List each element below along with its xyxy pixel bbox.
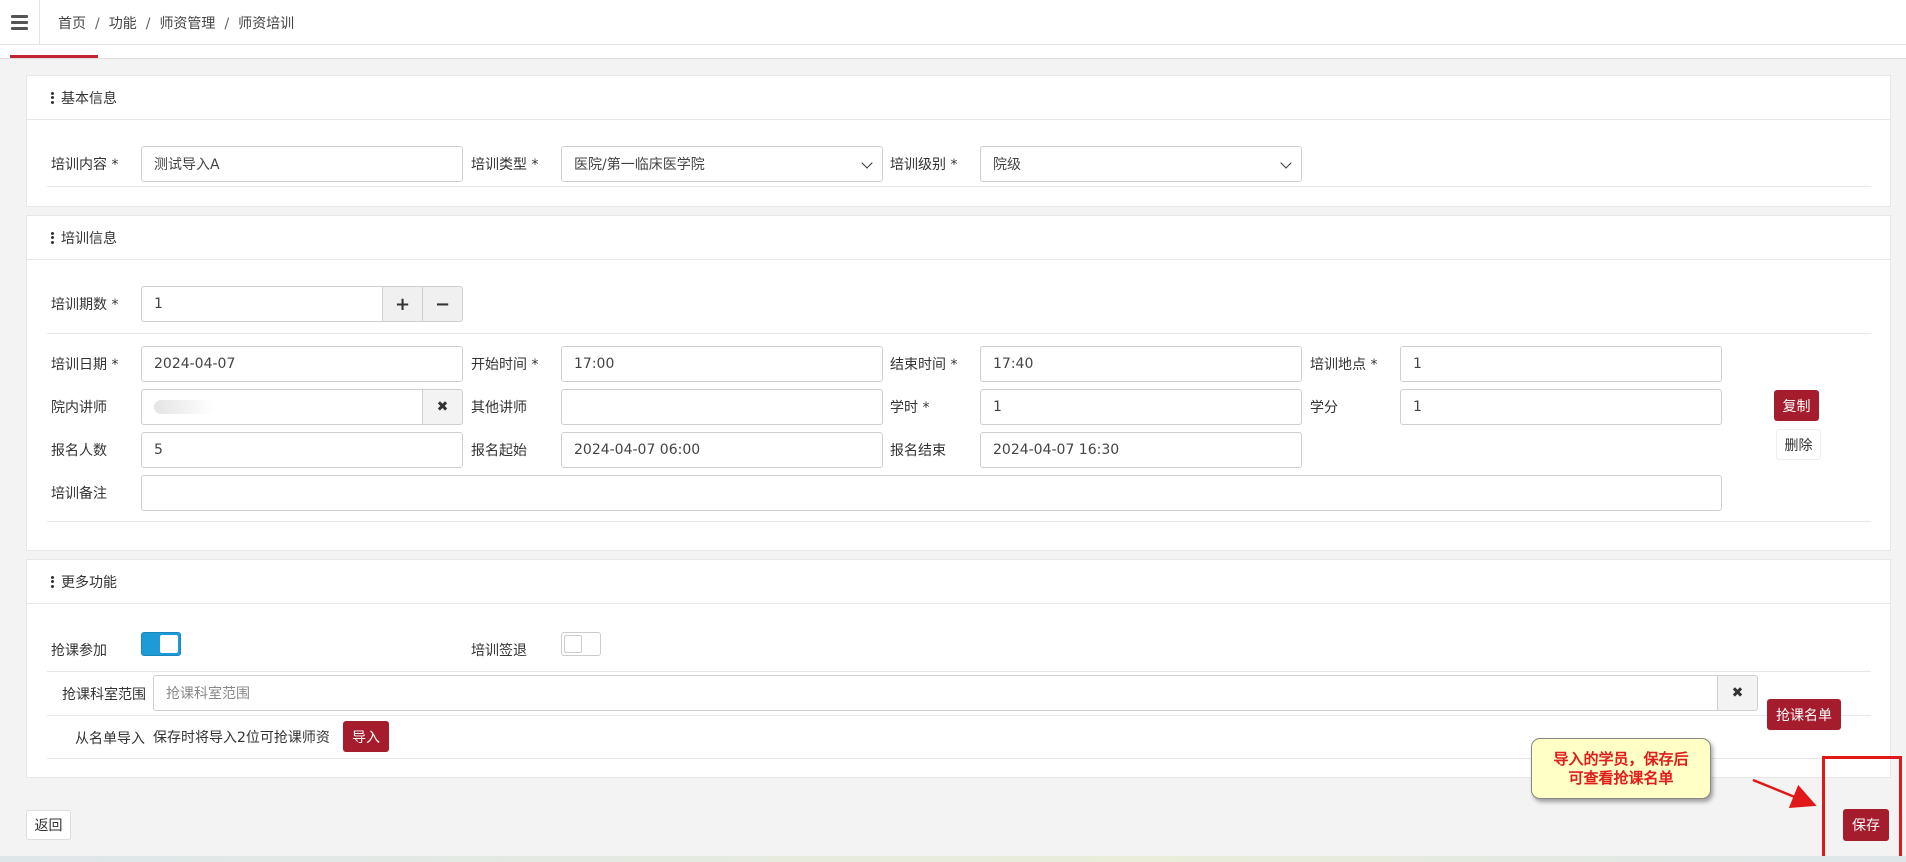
remark-label: 培训备注 xyxy=(51,486,107,502)
divider xyxy=(47,186,1871,187)
training-periods-label: 培训期数 * xyxy=(51,297,119,313)
copy-button[interactable]: 复制 xyxy=(1774,390,1819,421)
other-teacher-label: 其他讲师 xyxy=(471,400,527,416)
redacted-teacher-name xyxy=(154,400,214,414)
more-functions-title: 更多功能 xyxy=(27,560,1890,604)
start-time-label: 开始时间 * xyxy=(471,357,539,373)
import-button[interactable]: 导入 xyxy=(343,721,389,752)
bottom-strip xyxy=(0,856,1906,862)
vertical-dots-icon xyxy=(51,231,54,244)
signout-toggle[interactable] xyxy=(561,632,601,656)
start-time-input[interactable]: 17:00 xyxy=(561,346,883,382)
remark-input[interactable] xyxy=(141,475,1722,511)
basic-info-card: 基本信息 培训内容 * 测试导入A 培训类型 * 医院/第一临床医学院 培训级别… xyxy=(26,75,1891,207)
divider xyxy=(47,671,1871,672)
training-date-input[interactable]: 2024-04-07 xyxy=(141,346,463,382)
inner-teacher-label: 院内讲师 xyxy=(51,400,107,416)
clear-dept-range-button[interactable]: ✖ xyxy=(1717,675,1758,711)
plus-button[interactable]: + xyxy=(382,286,423,322)
dept-range-input[interactable]: 抢课科室范围 xyxy=(153,675,1718,711)
breadcrumb-faculty-training: 师资培训 xyxy=(238,16,295,32)
signup-start-label: 报名起始 xyxy=(471,443,527,459)
training-content-label: 培训内容 * xyxy=(51,157,119,173)
delete-button[interactable]: 删除 xyxy=(1776,429,1821,460)
signout-label: 培训签退 xyxy=(471,643,527,659)
other-teacher-input[interactable] xyxy=(561,389,883,425)
hours-label: 学时 * xyxy=(890,400,930,416)
training-level-select[interactable]: 院级 xyxy=(980,146,1302,182)
top-bar: 首页 / 功能 / 师资管理 / 师资培训 xyxy=(0,0,1906,45)
minus-button[interactable]: − xyxy=(422,286,463,322)
credit-input[interactable]: 1 xyxy=(1400,389,1722,425)
training-level-label: 培训级别 * xyxy=(890,157,958,173)
save-highlight-box xyxy=(1822,756,1902,860)
training-info-title: 培训信息 xyxy=(27,216,1890,260)
hours-input[interactable]: 1 xyxy=(980,389,1302,425)
divider xyxy=(47,333,1871,334)
end-time-input[interactable]: 17:40 xyxy=(980,346,1302,382)
clear-teacher-button[interactable]: ✖ xyxy=(422,389,463,425)
grab-course-label: 抢课参加 xyxy=(51,643,107,659)
training-place-input[interactable]: 1 xyxy=(1400,346,1722,382)
basic-info-title: 基本信息 xyxy=(27,76,1890,120)
training-type-label: 培训类型 * xyxy=(471,157,539,173)
signup-end-label: 报名结束 xyxy=(890,443,946,459)
import-hint-text: 保存时将导入2位可抢课师资 xyxy=(153,730,330,746)
inner-teacher-input[interactable] xyxy=(141,389,423,425)
annotation-callout: 导入的学员，保存后 可查看抢课名单 xyxy=(1531,738,1711,799)
divider xyxy=(47,521,1871,522)
signup-start-input[interactable]: 2024-04-07 06:00 xyxy=(561,432,883,468)
signup-end-input[interactable]: 2024-04-07 16:30 xyxy=(980,432,1302,468)
breadcrumb-faculty-management[interactable]: 师资管理 xyxy=(159,16,215,32)
training-type-select[interactable]: 医院/第一临床医学院 xyxy=(561,146,883,182)
breadcrumb-home[interactable]: 首页 xyxy=(58,16,86,32)
import-from-list-label: 从名单导入 xyxy=(75,731,145,747)
vertical-dots-icon xyxy=(51,575,54,588)
active-tab-indicator[interactable] xyxy=(10,55,98,58)
training-periods-input[interactable]: 1 xyxy=(141,286,383,322)
signup-count-label: 报名人数 xyxy=(51,443,107,459)
divider xyxy=(47,715,1871,716)
training-info-card: 培训信息 培训期数 * 1 + − 培训日期 * 2024-04-07 开始时间… xyxy=(26,215,1891,551)
training-content-input[interactable]: 测试导入A xyxy=(141,146,463,182)
training-place-label: 培训地点 * xyxy=(1310,357,1378,373)
menu-icon[interactable] xyxy=(0,0,40,44)
breadcrumb-function[interactable]: 功能 xyxy=(109,16,137,32)
grab-list-button[interactable]: 抢课名单 xyxy=(1767,699,1841,730)
breadcrumb: 首页 / 功能 / 师资管理 / 师资培训 xyxy=(58,16,295,32)
tab-strip xyxy=(0,45,1906,59)
end-time-label: 结束时间 * xyxy=(890,357,958,373)
vertical-dots-icon xyxy=(51,91,54,104)
signup-count-input[interactable]: 5 xyxy=(141,432,463,468)
credit-label: 学分 xyxy=(1310,400,1338,416)
grab-course-toggle[interactable] xyxy=(141,632,181,656)
training-date-label: 培训日期 * xyxy=(51,357,119,373)
back-button[interactable]: 返回 xyxy=(26,810,71,840)
dept-range-label: 抢课科室范围 xyxy=(62,687,146,703)
